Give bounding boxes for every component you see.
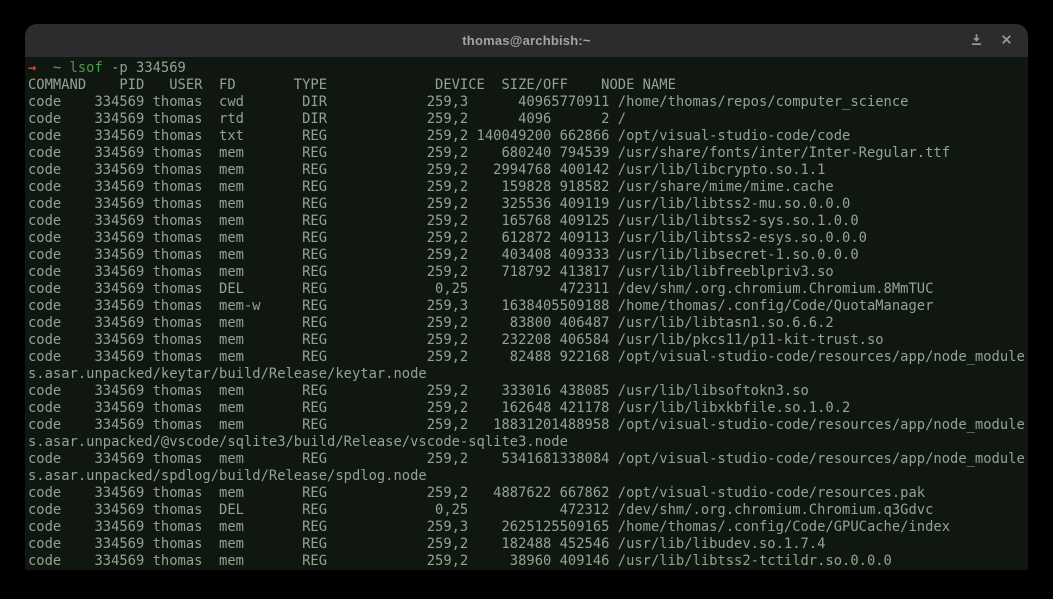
terminal-window: thomas@archbish:~ → ~: [25, 24, 1028, 570]
window-title: thomas@archbish:~: [25, 33, 1028, 48]
titlebar[interactable]: thomas@archbish:~: [25, 24, 1028, 57]
prompt-cwd: ~: [36, 60, 61, 76]
lsof-output: COMMAND PID USER FD TYPE DEVICE SIZE/OFF…: [28, 77, 1025, 569]
terminal-content[interactable]: → ~ lsof -p 334569 COMMAND PID USER FD T…: [25, 57, 1028, 570]
terminal-text: → ~ lsof -p 334569 COMMAND PID USER FD T…: [28, 60, 1028, 570]
window-controls: [969, 34, 1028, 48]
prompt-command: lsof: [61, 60, 103, 76]
close-button[interactable]: [999, 34, 1013, 48]
download-icon: [970, 33, 983, 49]
close-icon: [1001, 33, 1012, 48]
download-button[interactable]: [969, 34, 983, 48]
prompt-args: -p 334569: [103, 60, 186, 76]
